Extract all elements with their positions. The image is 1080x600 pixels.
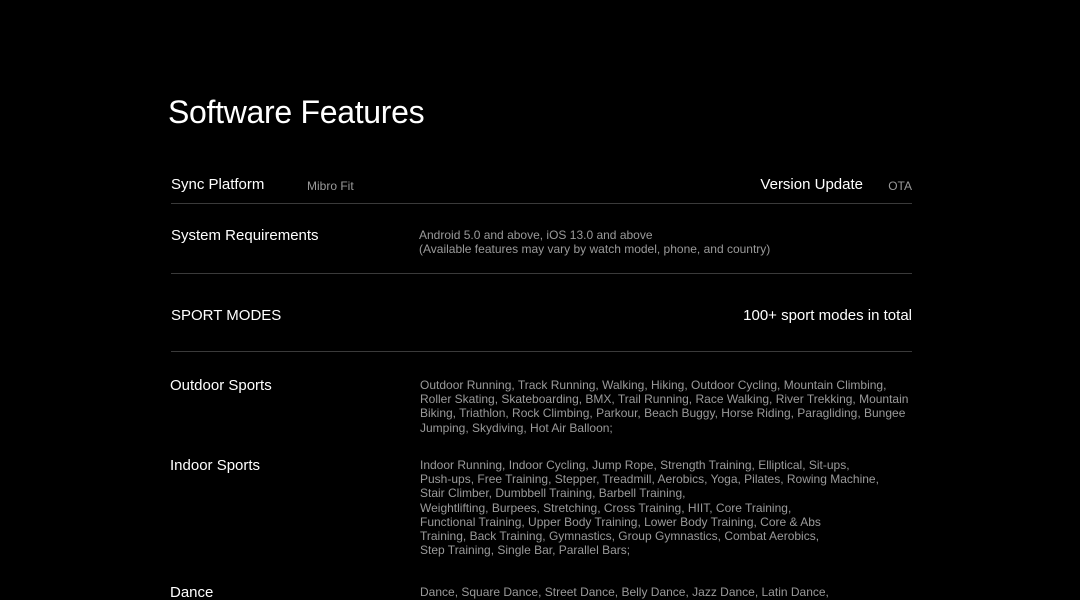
version-update-value: OTA [888,179,912,193]
system-requirements-line: (Available features may vary by watch mo… [419,242,771,257]
indoor-sports-label: Indoor Sports [170,457,261,474]
outdoor-sports-line: Outdoor Running, Track Running, Walking,… [420,378,887,392]
indoor-sports-line: Step Training, Single Bar, Parallel Bars… [420,543,631,558]
page: Software Features Sync Platform Mibro Fi… [0,0,1080,600]
system-requirements-line: Android 5.0 and above, iOS 13.0 and abov… [419,228,653,242]
divider [171,273,912,274]
divider [171,203,912,204]
outdoor-sports-label: Outdoor Sports [170,377,272,394]
page-title: Software Features [168,94,425,130]
sync-platform-value: Mibro Fit [307,179,354,193]
sport-modes-total: 100+ sport modes in total [743,307,912,324]
outdoor-sports-line: Biking, Triathlon, Rock Climbing, Parkou… [420,406,906,421]
dance-label: Dance [170,584,214,600]
indoor-sports-line: Training, Back Training, Gymnastics, Gro… [420,529,820,544]
outdoor-sports-line: Roller Skating, Skateboarding, BMX, Trai… [420,392,909,407]
indoor-sports-list: Indoor Running, Indoor Cycling, Jump Rop… [420,458,879,557]
system-requirements-label: System Requirements [171,227,319,244]
indoor-sports-line: Stair Climber, Dumbbell Training, Barbel… [420,486,686,501]
indoor-sports-line: Functional Training, Upper Body Training… [420,514,821,529]
indoor-sports-line: Push-ups, Free Training, Stepper, Treadm… [420,472,879,487]
indoor-sports-line: Weightlifting, Burpees, Stretching, Cros… [420,500,792,515]
dance-list: Dance, Square Dance, Street Dance, Belly… [420,585,829,599]
divider [171,351,912,352]
outdoor-sports-list: Outdoor Running, Track Running, Walking,… [420,378,908,435]
dance-line: Dance, Square Dance, Street Dance, Belly… [420,585,829,599]
version-update-label: Version Update [760,176,863,193]
indoor-sports-line: Indoor Running, Indoor Cycling, Jump Rop… [420,458,850,472]
sync-platform-label: Sync Platform [171,176,265,193]
outdoor-sports-line: Jumping, Skydiving, Hot Air Balloon; [420,420,613,435]
system-requirements-value: Android 5.0 and above, iOS 13.0 and abov… [419,228,770,256]
sport-modes-label: SPORT MODES [171,307,282,324]
